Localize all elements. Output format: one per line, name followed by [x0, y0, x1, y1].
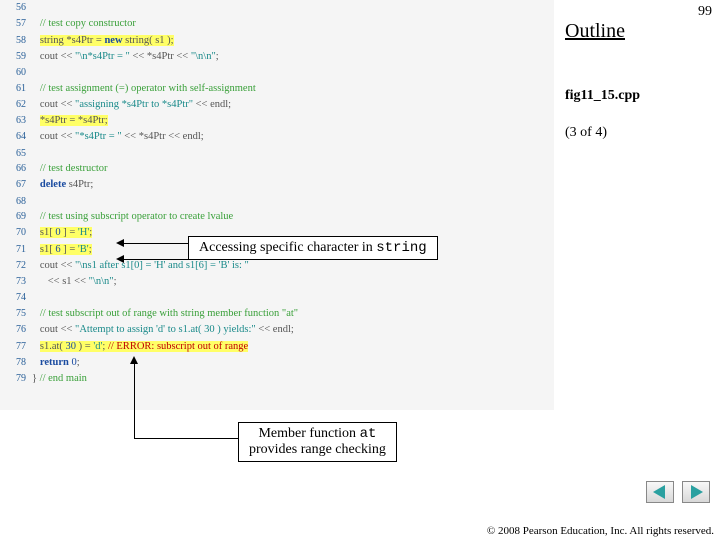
- code-line: 66 // test destructor: [0, 161, 554, 177]
- line-number: 68: [0, 194, 32, 210]
- code-content: } // end main: [32, 371, 554, 387]
- code-line: 77 s1.at( 30 ) = 'd'; // ERROR: subscrip…: [0, 339, 554, 355]
- code-line: 67 delete s4Ptr;: [0, 177, 554, 193]
- line-number: 58: [0, 33, 32, 49]
- code-line: 68: [0, 194, 554, 210]
- code-line: 61 // test assignment (=) operator with …: [0, 81, 554, 97]
- arrow-line: [124, 243, 188, 244]
- code-content: cout << "*s4Ptr = " << *s4Ptr << endl;: [32, 129, 554, 145]
- code-line: 57 // test copy constructor: [0, 16, 554, 32]
- code-line: 64 cout << "*s4Ptr = " << *s4Ptr << endl…: [0, 129, 554, 145]
- arrow-line: [134, 360, 135, 438]
- line-number: 73: [0, 274, 32, 290]
- next-button[interactable]: [682, 481, 710, 503]
- code-line: 69 // test using subscript operator to c…: [0, 209, 554, 225]
- code-line: 56: [0, 0, 554, 16]
- code-content: << s1 << "\n\n";: [32, 274, 554, 290]
- line-number: 74: [0, 290, 32, 306]
- arrow-head-icon: [116, 239, 124, 247]
- callout-text: provides range checking: [249, 442, 386, 458]
- code-line: 75 // test subscript out of range with s…: [0, 306, 554, 322]
- code-content: delete s4Ptr;: [32, 177, 554, 193]
- code-line: 65: [0, 146, 554, 162]
- line-number: 76: [0, 322, 32, 338]
- code-line: 59 cout << "\n*s4Ptr = " << *s4Ptr << "\…: [0, 49, 554, 65]
- code-content: cout << "\ns1 after s1[0] = 'H' and s1[6…: [32, 258, 554, 274]
- code-line: 78 return 0;: [0, 355, 554, 371]
- code-content: cout << "\n*s4Ptr = " << *s4Ptr << "\n\n…: [32, 49, 554, 65]
- line-number: 78: [0, 355, 32, 371]
- prev-button[interactable]: [646, 481, 674, 503]
- line-number: 70: [0, 225, 32, 241]
- line-number: 56: [0, 0, 32, 16]
- code-content: return 0;: [32, 355, 554, 371]
- code-line: 79} // end main: [0, 371, 554, 387]
- code-content: // test copy constructor: [32, 16, 554, 32]
- code-line: 76 cout << "Attempt to assign 'd' to s1.…: [0, 322, 554, 338]
- callout-text: Member function: [258, 426, 359, 441]
- arrow-head-icon: [130, 356, 138, 364]
- code-content: *s4Ptr = *s4Ptr;: [32, 113, 554, 129]
- figure-label: fig11_15.cpp: [565, 88, 640, 104]
- line-number: 63: [0, 113, 32, 129]
- nav-controls: [642, 481, 710, 508]
- code-listing: 56 57 // test copy constructor58 string …: [0, 0, 554, 410]
- code-line: 63 *s4Ptr = *s4Ptr;: [0, 113, 554, 129]
- page-number: 99: [698, 4, 712, 20]
- line-number: 72: [0, 258, 32, 274]
- callout-text: Accessing specific character in: [199, 240, 376, 255]
- code-line: 62 cout << "assigning *s4Ptr to *s4Ptr" …: [0, 97, 554, 113]
- code-content: // test destructor: [32, 161, 554, 177]
- line-number: 69: [0, 209, 32, 225]
- line-number: 71: [0, 242, 32, 258]
- line-number: 66: [0, 161, 32, 177]
- copyright: © 2008 Pearson Education, Inc. All right…: [487, 525, 714, 538]
- line-number: 79: [0, 371, 32, 387]
- arrow-line: [124, 259, 188, 260]
- line-number: 59: [0, 49, 32, 65]
- code-content: string *s4Ptr = new string( s1 );: [32, 33, 554, 49]
- code-content: s1.at( 30 ) = 'd'; // ERROR: subscript o…: [32, 339, 554, 355]
- line-number: 60: [0, 65, 32, 81]
- triangle-left-icon: [653, 485, 665, 499]
- triangle-right-icon: [691, 485, 703, 499]
- arrow-line: [134, 438, 238, 439]
- arrow-head-icon: [116, 255, 124, 263]
- line-number: 65: [0, 146, 32, 162]
- callout-code-word: at: [360, 426, 377, 442]
- code-line: 60: [0, 65, 554, 81]
- line-number: 61: [0, 81, 32, 97]
- code-content: cout << "Attempt to assign 'd' to s1.at(…: [32, 322, 554, 338]
- code-content: // test subscript out of range with stri…: [32, 306, 554, 322]
- outline-heading: Outline: [565, 20, 625, 43]
- code-line: 58 string *s4Ptr = new string( s1 );: [0, 33, 554, 49]
- code-content: // test assignment (=) operator with sel…: [32, 81, 554, 97]
- callout-at-function: Member function at provides range checki…: [238, 422, 397, 462]
- callout-subscript: Accessing specific character in string: [188, 236, 438, 260]
- line-number: 57: [0, 16, 32, 32]
- line-number: 64: [0, 129, 32, 145]
- code-content: cout << "assigning *s4Ptr to *s4Ptr" << …: [32, 97, 554, 113]
- code-line: 74: [0, 290, 554, 306]
- code-content: [32, 0, 554, 16]
- page-part: (3 of 4): [565, 125, 607, 141]
- code-content: // test using subscript operator to crea…: [32, 209, 554, 225]
- line-number: 77: [0, 339, 32, 355]
- code-line: 72 cout << "\ns1 after s1[0] = 'H' and s…: [0, 258, 554, 274]
- line-number: 67: [0, 177, 32, 193]
- callout-code-word: string: [376, 240, 426, 256]
- line-number: 62: [0, 97, 32, 113]
- line-number: 75: [0, 306, 32, 322]
- code-line: 73 << s1 << "\n\n";: [0, 274, 554, 290]
